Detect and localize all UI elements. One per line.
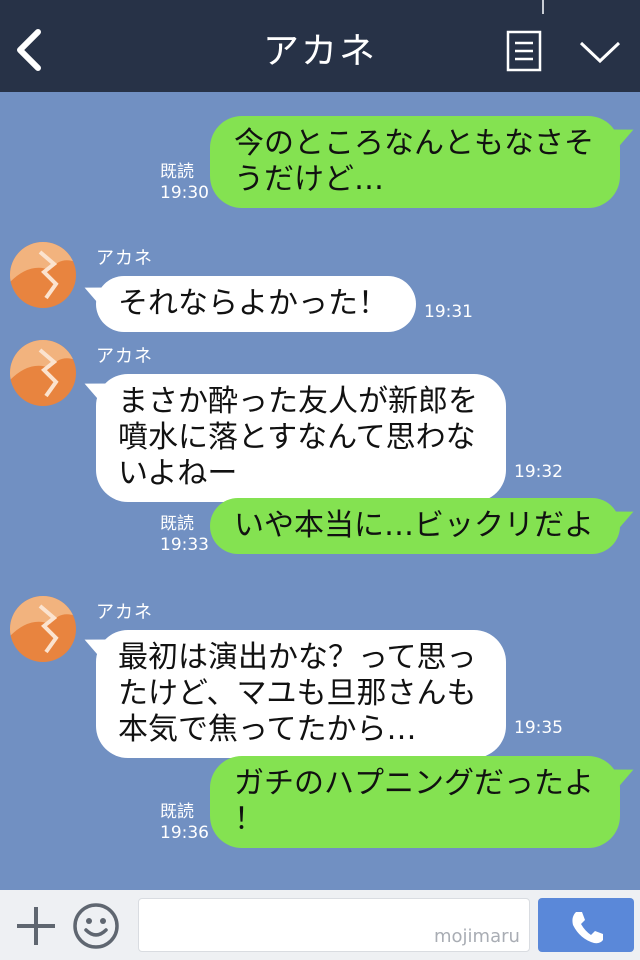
message-time: 19:36 xyxy=(160,823,209,843)
outgoing-message: 今のところなんともなさそ うだけど… xyxy=(210,116,620,208)
divider xyxy=(542,0,544,14)
outgoing-message: いや本当に…ビックリだよ xyxy=(210,498,620,554)
read-receipt: 既読 xyxy=(160,802,194,822)
smile-icon[interactable] xyxy=(72,902,120,950)
chat-header: アカネ xyxy=(0,0,640,92)
message-time: 19:31 xyxy=(424,302,473,322)
plus-icon[interactable] xyxy=(14,904,58,948)
avatar[interactable] xyxy=(10,242,76,308)
message-time: 19:35 xyxy=(514,718,563,738)
chevron-down-icon[interactable] xyxy=(578,38,622,66)
incoming-message: まさか酔った友人が新郎を 噴水に落とすなんて思わな いよねー xyxy=(96,374,506,502)
message-meta: 既読 19:30 xyxy=(160,162,209,204)
message-time: 19:30 xyxy=(160,183,209,203)
sender-name: アカネ xyxy=(96,602,153,623)
message-time: 19:32 xyxy=(514,462,563,482)
chat-area[interactable]: 既読 19:30 今のところなんともなさそ うだけど… アカネ それならよかった… xyxy=(0,92,640,890)
sender-name: アカネ xyxy=(96,248,153,269)
read-receipt: 既読 xyxy=(160,162,194,182)
sender-name: アカネ xyxy=(96,346,153,367)
avatar[interactable] xyxy=(10,596,76,662)
incoming-message: 最初は演出かな？って思っ たけど、マユも旦那さんも 本気で焦ってたから… xyxy=(96,630,506,758)
outgoing-message: ガチのハプニングだったよ ！ xyxy=(210,756,620,848)
input-bar: mojimaru xyxy=(0,890,640,960)
incoming-message: それならよかった！ xyxy=(96,276,416,332)
message-time: 19:33 xyxy=(160,535,209,555)
message-meta: 既読 19:36 xyxy=(160,802,209,844)
message-meta: 既読 19:33 xyxy=(160,514,209,556)
menu-icon[interactable] xyxy=(506,30,542,72)
watermark-text: mojimaru xyxy=(434,926,520,947)
call-button[interactable] xyxy=(538,898,634,952)
avatar[interactable] xyxy=(10,340,76,406)
chat-title: アカネ xyxy=(262,31,377,72)
phone-icon xyxy=(572,912,603,944)
read-receipt: 既読 xyxy=(160,514,194,534)
